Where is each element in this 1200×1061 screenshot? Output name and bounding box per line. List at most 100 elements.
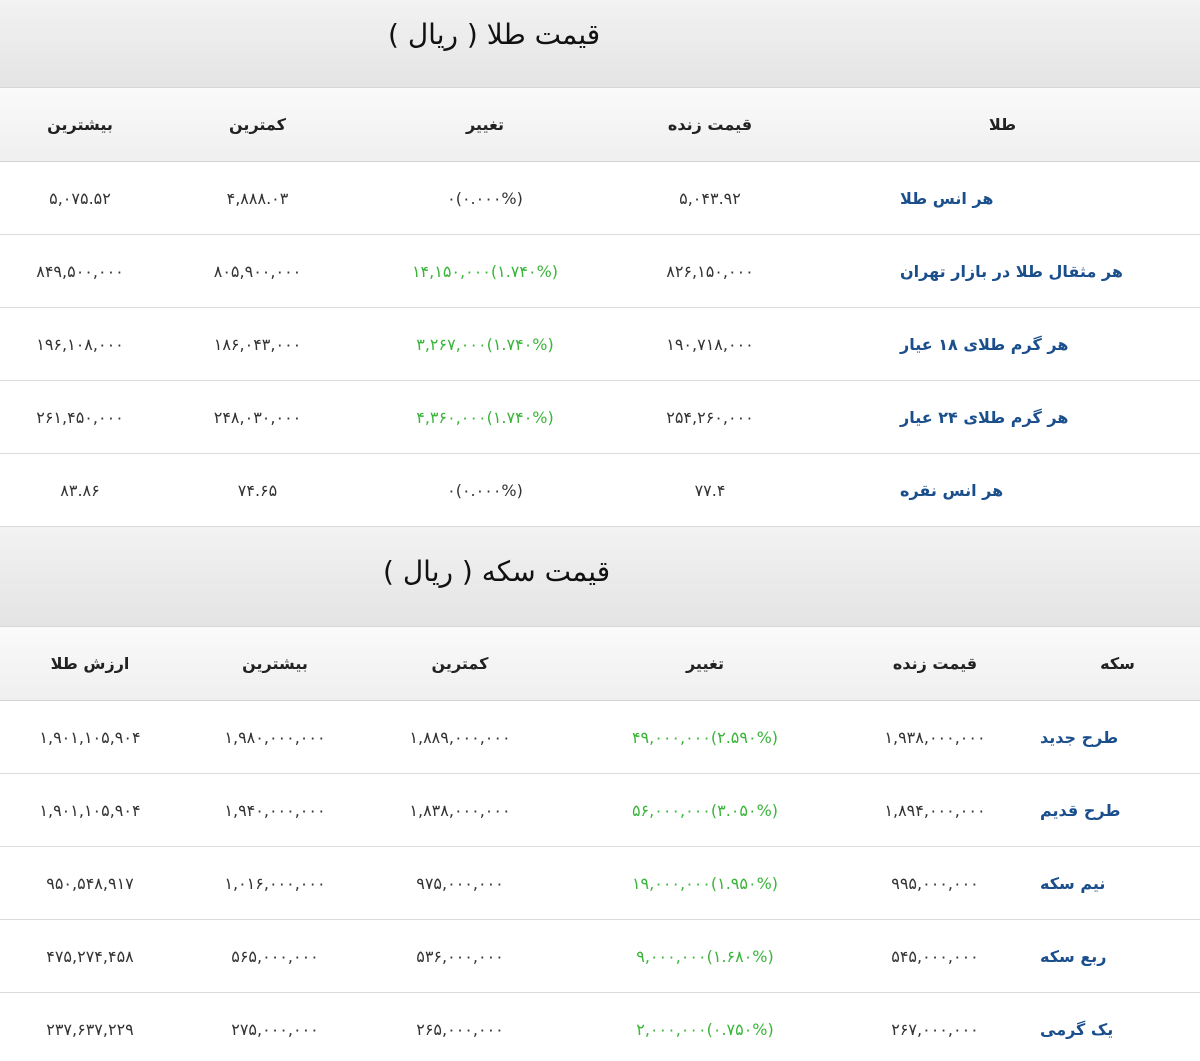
change-percent: (۱.۷۴۰%) [486,334,554,354]
coin-header-name: سکه [1100,654,1135,673]
table-row: هر انس نقره ۷۷.۴ ۰ (۰.۰۰۰%) ۷۴.۶۵ ۸۳.۸۶ [0,454,1200,527]
gold-table-body: هر انس طلا ۵,۰۴۳.۹۲ ۰ (۰.۰۰۰%) ۴,۸۸۸.۰۳ ۵,۰۷۵… [0,162,1200,527]
change-percent: (۱.۶۸۰%) [706,946,774,966]
change-cell: ۴۹,۰۰۰,۰۰۰ (۲.۵۹۰%) [580,701,830,773]
item-name-link[interactable]: طرح جدید [1040,701,1200,773]
gold-value: ۱,۹۰۱,۱۰۵,۹۰۴ [39,800,141,820]
change-percent: (۰.۷۵۰%) [706,1019,774,1039]
table-row: نیم سکه ۹۹۵,۰۰۰,۰۰۰ ۱۹,۰۰۰,۰۰۰ (۱.۹۵۰%) ۹۷۵,… [0,847,1200,920]
table-row: هر انس طلا ۵,۰۴۳.۹۲ ۰ (۰.۰۰۰%) ۴,۸۸۸.۰۳ ۵,۰۷۵… [0,162,1200,235]
min-price: ۱,۸۳۸,۰۰۰,۰۰۰ [409,800,511,820]
live-price: ۷۷.۴ [694,480,726,500]
min-price: ۱۸۶,۰۴۳,۰۰۰ [213,334,302,354]
coin-header-max: بیشترین [242,654,308,673]
gold-table-header: طلا قیمت زنده تغییر کمترین بیشترین [0,88,1200,162]
max-price: ۲۷۵,۰۰۰,۰۰۰ [231,1019,319,1039]
live-price: ۱,۸۹۴,۰۰۰,۰۰۰ [884,800,986,820]
change-cell: ۱۴,۱۵۰,۰۰۰ (۱.۷۴۰%) [370,235,600,307]
coin-section-title: قیمت سکه ( ریال ) [0,527,1200,627]
item-name-link[interactable]: هر گرم طلای ۱۸ عیار [900,308,1200,380]
coin-header-gold-value: ارزش طلا [50,654,130,673]
max-price: ۱۹۶,۱۰۸,۰۰۰ [36,334,124,354]
gold-value: ۹۵۰,۵۴۸,۹۱۷ [46,873,134,893]
live-price: ۱۹۰,۷۱۸,۰۰۰ [666,334,754,354]
gold-value: ۱,۹۰۱,۱۰۵,۹۰۴ [39,727,141,747]
table-row: هر مثقال طلا در بازار تهران ۸۲۶,۱۵۰,۰۰۰ ۱۴… [0,235,1200,308]
table-row: هر گرم طلای ۲۴ عیار ۲۵۴,۲۶۰,۰۰۰ ۴,۳۶۰,۰۰۰(… [0,381,1200,454]
item-name-link[interactable]: طرح قدیم [1040,774,1200,846]
min-price: ۲۶۵,۰۰۰,۰۰۰ [416,1019,504,1039]
live-price: ۱,۹۳۸,۰۰۰,۰۰۰ [884,727,986,747]
min-price: ۵۳۶,۰۰۰,۰۰۰ [416,946,504,966]
change-percent: (۱.۹۵۰%) [710,873,779,893]
min-price: ۲۴۸,۰۳۰,۰۰۰ [213,407,302,427]
change-amount: ۴,۳۶۰,۰۰۰ [416,407,487,427]
gold-header-max: بیشترین [47,115,113,134]
gold-section-title: قیمت طلا ( ریال ) [0,0,1200,88]
table-row: طرح قدیم ۱,۸۹۴,۰۰۰,۰۰۰ ۵۶,۰۰۰,۰۰۰ (۳.۰۵۰%) ۱… [0,774,1200,847]
change-amount: ۰ [447,480,456,500]
max-price: ۱,۰۱۶,۰۰۰,۰۰۰ [224,873,326,893]
change-amount: ۲,۰۰۰,۰۰۰ [636,1019,707,1039]
live-price: ۲۶۷,۰۰۰,۰۰۰ [891,1019,979,1039]
gold-header-min: کمترین [229,115,286,134]
min-price: ۴,۸۸۸.۰۳ [226,188,289,208]
max-price: ۲۶۱,۴۵۰,۰۰۰ [36,407,124,427]
live-price: ۹۹۵,۰۰۰,۰۰۰ [891,873,979,893]
live-price: ۸۲۶,۱۵۰,۰۰۰ [666,261,754,281]
change-amount: ۴۹,۰۰۰,۰۰۰ [631,727,711,747]
min-price: ۱,۸۸۹,۰۰۰,۰۰۰ [409,727,511,747]
change-cell: ۴,۳۶۰,۰۰۰ (۱.۷۴۰%) [370,381,600,453]
coin-header-change: تغییر [685,654,725,673]
item-name-link[interactable]: ربع سکه [1040,920,1200,992]
item-name-link[interactable]: یک گرمی [1040,993,1200,1061]
min-price: ۹۷۵,۰۰۰,۰۰۰ [416,873,504,893]
max-price: ۱,۹۸۰,۰۰۰,۰۰۰ [224,727,326,747]
change-percent: (۰.۰۰۰%) [455,188,523,208]
min-price: ۷۴.۶۵ [237,480,278,500]
coin-header-live: قیمت زنده [892,654,978,673]
table-row: طرح جدید ۱,۹۳۸,۰۰۰,۰۰۰ ۴۹,۰۰۰,۰۰۰ (۲.۵۹۰%) ۱… [0,701,1200,774]
max-price: ۸۳.۸۶ [60,480,100,500]
change-cell: ۵۶,۰۰۰,۰۰۰ (۳.۰۵۰%) [580,774,830,846]
change-amount: ۵۶,۰۰۰,۰۰۰ [631,800,711,820]
live-price: ۵,۰۴۳.۹۲ [679,188,741,208]
change-cell: ۰ (۰.۰۰۰%) [370,454,600,526]
change-cell: ۰ (۰.۰۰۰%) [370,162,600,234]
gold-header-name: طلا [988,115,1017,134]
coin-table-header: سکه قیمت زنده تغییر کمترین بیشترین ارزش … [0,627,1200,701]
change-percent: (۳.۰۵۰%) [710,800,779,820]
item-name-link[interactable]: هر انس نقره [900,454,1200,526]
item-name-link[interactable]: نیم سکه [1040,847,1200,919]
live-price: ۵۴۵,۰۰۰,۰۰۰ [891,946,979,966]
gold-header-live: قیمت زنده [667,115,753,134]
change-cell: ۲,۰۰۰,۰۰۰ (۰.۷۵۰%) [580,993,830,1061]
gold-value: ۴۷۵,۲۷۴,۴۵۸ [46,946,134,966]
max-price: ۸۴۹,۵۰۰,۰۰۰ [36,261,124,281]
table-row: هر گرم طلای ۱۸ عیار ۱۹۰,۷۱۸,۰۰۰ ۳,۲۶۷,۰۰۰(… [0,308,1200,381]
item-name-link[interactable]: هر گرم طلای ۲۴ عیار [900,381,1200,453]
change-percent: (۲.۵۹۰%) [710,727,779,747]
gold-title-text: قیمت طلا ( ریال ) [388,18,601,51]
max-price: ۵۶۵,۰۰۰,۰۰۰ [231,946,319,966]
max-price: ۵,۰۷۵.۵۲ [49,188,111,208]
change-percent: (۰.۰۰۰%) [455,480,523,500]
coin-table-body: طرح جدید ۱,۹۳۸,۰۰۰,۰۰۰ ۴۹,۰۰۰,۰۰۰ (۲.۵۹۰%) ۱… [0,701,1200,1061]
table-row: یک گرمی ۲۶۷,۰۰۰,۰۰۰ ۲,۰۰۰,۰۰۰ (۰.۷۵۰%) ۲۶۵,۰… [0,993,1200,1061]
coin-title-text: قیمت سکه ( ریال ) [383,555,611,588]
change-amount: ۱۹,۰۰۰,۰۰۰ [631,873,711,893]
min-price: ۸۰۵,۹۰۰,۰۰۰ [213,261,302,281]
item-name-link[interactable]: هر انس طلا [900,162,1200,234]
coin-header-min: کمترین [431,654,489,673]
max-price: ۱,۹۴۰,۰۰۰,۰۰۰ [224,800,326,820]
change-amount: ۳,۲۶۷,۰۰۰ [416,334,487,354]
gold-header-change: تغییر [465,115,505,134]
change-amount: ۹,۰۰۰,۰۰۰ [636,946,707,966]
change-amount: ۰ [447,188,456,208]
item-name-link[interactable]: هر مثقال طلا در بازار تهران [900,235,1200,307]
change-percent: (۱.۷۴۰%) [490,261,559,281]
table-row: ربع سکه ۵۴۵,۰۰۰,۰۰۰ ۹,۰۰۰,۰۰۰ (۱.۶۸۰%) ۵۳۶,۰… [0,920,1200,993]
change-cell: ۹,۰۰۰,۰۰۰ (۱.۶۸۰%) [580,920,830,992]
change-cell: ۳,۲۶۷,۰۰۰ (۱.۷۴۰%) [370,308,600,380]
live-price: ۲۵۴,۲۶۰,۰۰۰ [666,407,754,427]
